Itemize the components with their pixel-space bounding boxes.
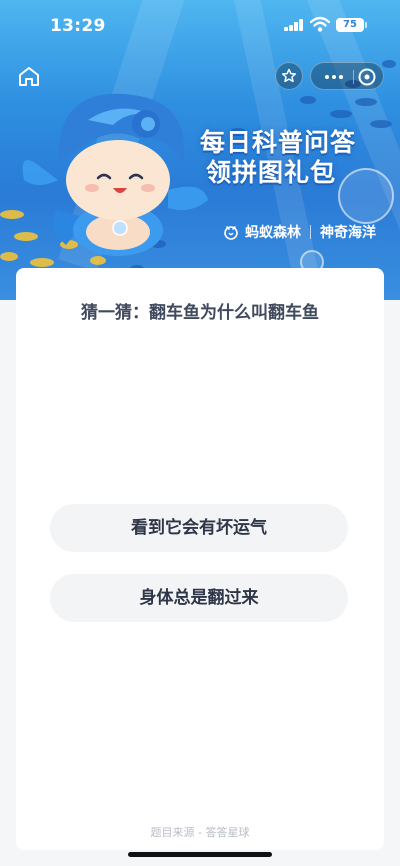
banner-headline: 每日科普问答 领拼图礼包 <box>200 128 390 188</box>
capsule-divider <box>353 70 354 84</box>
headline-line2: 领拼图礼包 <box>206 158 337 187</box>
answer-option-2[interactable]: 身体总是翻过来 <box>50 574 348 622</box>
brand-name: 蚂蚁森林 <box>245 225 301 241</box>
quiz-question: 猜一猜：翻车鱼为什么叫翻车鱼 <box>81 303 319 323</box>
star-icon <box>281 68 297 83</box>
home-icon[interactable] <box>16 64 42 88</box>
headline-line1: 每日科普问答 <box>200 128 357 157</box>
mini-program-capsule <box>310 62 384 90</box>
brand-sub: 神奇海洋 <box>320 225 376 241</box>
mascot-illustration <box>22 93 208 256</box>
quiz-card: 猜一猜：翻车鱼为什么叫翻车鱼 看到它会有坏运气 身体总是翻过来 题目来源 - 答… <box>16 268 384 850</box>
more-button[interactable] <box>321 63 347 91</box>
brand-divider <box>310 225 311 239</box>
brand-row: 蚂蚁森林 神奇海洋 <box>222 222 376 242</box>
status-time: 13:29 <box>50 16 106 36</box>
more-dot-icon <box>325 75 329 79</box>
home-indicator <box>128 852 272 857</box>
status-bar: 13:29 75 <box>0 0 400 48</box>
cellular-signal-icon <box>284 19 304 31</box>
wifi-icon <box>310 16 330 32</box>
question-source: 题目来源 - 答答星球 <box>150 826 250 839</box>
favorite-button[interactable] <box>275 62 303 90</box>
close-icon[interactable] <box>357 67 377 87</box>
answer-option-1[interactable]: 看到它会有坏运气 <box>50 504 348 552</box>
battery-indicator: 75 <box>336 18 367 32</box>
ant-forest-logo-icon <box>224 226 238 240</box>
